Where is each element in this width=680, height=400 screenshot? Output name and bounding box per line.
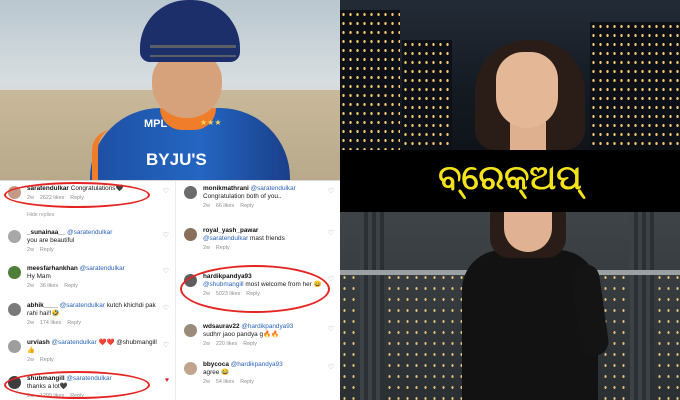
heart-icon[interactable]: ♡ [328, 325, 334, 333]
heart-icon[interactable]: ♡ [163, 231, 169, 239]
comment-text: Hy Mam [27, 273, 51, 280]
heart-icon[interactable]: ♥ [165, 377, 169, 384]
comment-mention[interactable]: @hardikpandya93 [241, 323, 293, 330]
comment-time: 2w [27, 320, 34, 326]
reply-button[interactable]: Reply [40, 357, 54, 363]
reply-button[interactable]: Reply [67, 320, 81, 326]
comment-text: Congratulation both of you.. [203, 193, 282, 200]
avatar[interactable] [8, 303, 21, 316]
comment-item: royal_yash_pawar @saratendulkar mast fri… [176, 227, 340, 253]
jersey-stars: ★★★ [200, 118, 222, 127]
comment-likes[interactable]: 54 likes [216, 379, 234, 385]
heart-icon[interactable]: ♡ [328, 229, 334, 237]
comment-likes[interactable]: 66 likes [216, 203, 234, 209]
comment-username[interactable]: wdsaurav22 [203, 323, 240, 330]
heart-icon[interactable]: ♡ [163, 304, 169, 312]
comments-screenshot: saratendulkar Congratulations🖤 2w 2622 li… [0, 180, 340, 400]
comment-username[interactable]: monikmathrani [203, 185, 249, 192]
comment-username[interactable]: urviash [27, 339, 50, 346]
comment-time: 2w [203, 245, 210, 251]
reply-button[interactable]: Reply [243, 341, 257, 347]
comment-username[interactable]: meesfarhankhan [27, 265, 78, 272]
comment-mention[interactable]: @saratendulkar [60, 302, 105, 309]
page-title: ବ୍ରେକ୍‌ଅପ୍ [438, 158, 582, 198]
comment-item: urviash @saratendulkar ❤️❤️ @shubmangill… [0, 339, 175, 365]
comment-time: 2w [27, 247, 34, 253]
heart-icon[interactable]: ♡ [328, 363, 334, 371]
comment-likes[interactable]: 220 likes [216, 341, 237, 347]
comment-time: 2w [27, 283, 34, 289]
comment-likes[interactable]: 36 likes [40, 283, 58, 289]
comment-time: 2w [203, 341, 210, 347]
title-banner: ବ୍ରେକ୍‌ଅପ୍ [340, 150, 680, 212]
comment-time: 2w [203, 203, 210, 209]
comment-time: 2w [203, 379, 210, 385]
cricketer-photo: MPL ★★★ BYJU'S [0, 0, 340, 180]
reply-button[interactable]: Reply [64, 283, 78, 289]
jersey-sponsor: BYJU'S [146, 150, 207, 169]
comment-item: monikmathrani @saratendulkar Congratulat… [176, 185, 340, 219]
jersey-stripe [92, 130, 122, 180]
comment-username[interactable]: royal_yash_pawar [203, 227, 258, 234]
comment-text: mast friends [250, 235, 285, 242]
comment-text: you are beautiful [27, 237, 75, 244]
avatar[interactable] [184, 362, 197, 375]
avatar[interactable] [8, 230, 21, 243]
heart-icon[interactable]: ♡ [163, 341, 169, 349]
heart-icon[interactable]: ♡ [328, 275, 334, 283]
night-city-photo [340, 0, 680, 150]
jersey-brand: MPL [144, 118, 168, 130]
highlight-oval [4, 182, 150, 208]
comment-username[interactable]: abhik____ [27, 302, 58, 309]
comment-time: 2w [27, 357, 34, 363]
highlight-oval [4, 371, 150, 399]
comment-column-right: monikmathrani @saratendulkar Congratulat… [176, 181, 340, 400]
comment-text: sudhrr jaoo pandya g🔥🔥 [203, 331, 279, 338]
reply-button[interactable]: Reply [216, 245, 230, 251]
highlight-oval [180, 265, 330, 313]
comment-item: abhik____ @saratendulkar kutch khichdi p… [0, 302, 175, 332]
helmet-grill [150, 45, 236, 57]
woman-face [496, 52, 558, 128]
pillar [630, 212, 654, 400]
hide-replies-button[interactable]: Hide replies [27, 212, 54, 218]
comment-item: wdsaurav22 @hardikpandya93 sudhrr jaoo p… [176, 323, 340, 353]
pillar [360, 212, 384, 400]
reply-button[interactable]: Reply [240, 203, 254, 209]
heart-icon[interactable]: ♡ [163, 267, 169, 275]
comment-item: bbycoca @hardikpandya93 agree 😂 2w 54 lik… [176, 361, 340, 391]
comment-mention[interactable]: @saratendulkar [67, 229, 112, 236]
comment-mention[interactable]: @saratendulkar [203, 235, 248, 242]
comment-mention[interactable]: @saratendulkar [52, 339, 97, 346]
comment-mention[interactable]: @hardikpandya93 [231, 361, 283, 368]
comment-mention[interactable]: @saratendulkar [251, 185, 296, 192]
comment-item: _sunainaa__ @saratendulkar you are beaut… [0, 229, 175, 255]
comment-text: agree 😂 [203, 369, 230, 376]
avatar[interactable] [184, 228, 197, 241]
avatar[interactable] [184, 324, 197, 337]
reply-button[interactable]: Reply [240, 379, 254, 385]
comment-likes[interactable]: 174 likes [40, 320, 61, 326]
avatar[interactable] [8, 266, 21, 279]
building [402, 40, 452, 150]
comment-username[interactable]: _sunainaa__ [27, 229, 65, 236]
avatar[interactable] [184, 186, 197, 199]
avatar[interactable] [8, 340, 21, 353]
comment-item: meesfarhankhan @saratendulkar Hy Mam 2w 3… [0, 265, 175, 291]
comment-username[interactable]: bbycoca [203, 361, 229, 368]
heart-icon[interactable]: ♡ [328, 187, 334, 195]
comment-mention[interactable]: @saratendulkar [80, 265, 125, 272]
heart-icon[interactable]: ♡ [163, 187, 169, 195]
balcony-photo [340, 212, 680, 400]
reply-button[interactable]: Reply [40, 247, 54, 253]
building [340, 10, 400, 150]
building [590, 22, 680, 150]
comment-column-left: saratendulkar Congratulations🖤 2w 2622 li… [0, 181, 176, 400]
